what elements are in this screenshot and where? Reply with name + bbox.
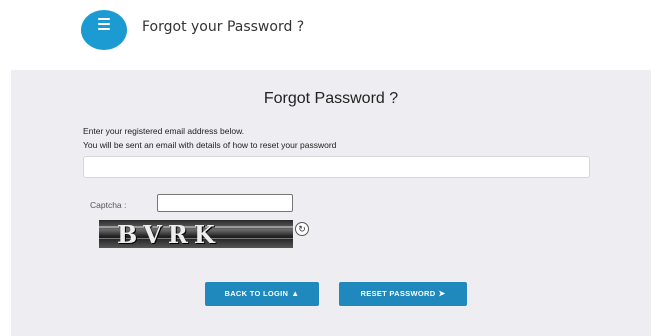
- menu-icon: [81, 10, 127, 50]
- reset-password-button[interactable]: RESET PASSWORD ➤: [339, 282, 467, 306]
- instruction-line-2: You will be sent an email with details o…: [83, 140, 337, 150]
- user-icon: ▲: [291, 289, 300, 298]
- panel-title: Forgot Password ?: [263, 90, 399, 107]
- captcha-image: BVRK: [99, 220, 293, 248]
- captcha-input[interactable]: [157, 194, 293, 212]
- captcha-label: Captcha :: [90, 200, 127, 210]
- instruction-line-1: Enter your registered email address belo…: [83, 126, 245, 136]
- sign-in-icon: ➤: [438, 289, 446, 298]
- email-field[interactable]: [83, 156, 590, 178]
- back-to-login-label: BACK TO LOGIN: [224, 289, 289, 298]
- header-title: Forgot your Password ?: [142, 19, 305, 35]
- reset-password-label: RESET PASSWORD: [360, 289, 436, 298]
- forgot-password-panel: Forgot Password ? Enter your registered …: [11, 70, 651, 336]
- page-header: Forgot your Password ?: [0, 0, 651, 62]
- captcha-text: BVRK: [117, 220, 221, 248]
- refresh-icon[interactable]: ↻: [295, 222, 309, 236]
- back-to-login-button[interactable]: BACK TO LOGIN ▲: [205, 282, 319, 306]
